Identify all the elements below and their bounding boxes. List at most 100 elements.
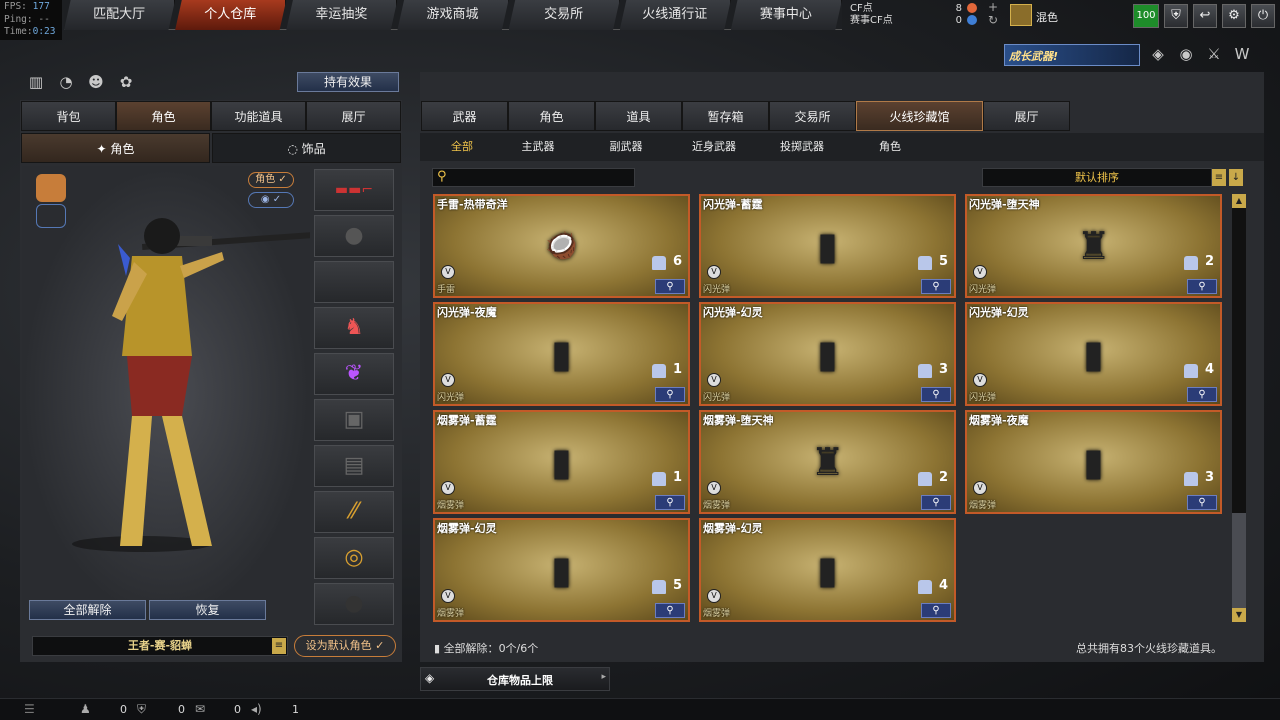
nav-exchange[interactable]: 交易所 — [508, 0, 620, 30]
scrollbar[interactable]: ▲ ▼ — [1232, 194, 1246, 622]
inspect-button[interactable]: ⚲ — [655, 603, 685, 618]
globe-icon[interactable]: ◉ — [1176, 44, 1196, 64]
item-card[interactable]: 烟雾弹-幻灵 ▮ V 烟雾弹 4 ⚲ — [699, 518, 956, 622]
unequip-all-button[interactable]: 全部解除 — [29, 600, 146, 620]
tab-character[interactable]: 角色 — [116, 101, 211, 131]
set-default-button[interactable]: 设为默认角色 ✓ — [294, 635, 396, 657]
list-icon[interactable]: ☰ — [24, 702, 35, 716]
sword-icon[interactable]: ⚔ — [1204, 44, 1224, 64]
inspect-button[interactable]: ⚲ — [1187, 279, 1217, 294]
role-toggle[interactable]: 角色 ✓ — [248, 172, 294, 188]
nav-battle-pass[interactable]: 火线通行证 — [619, 0, 731, 30]
tab-temp-storage[interactable]: 暂存箱 — [682, 101, 769, 131]
inspect-button[interactable]: ⚲ — [921, 603, 951, 618]
nav-game-store[interactable]: 游戏商城 — [397, 0, 509, 30]
scroll-down-icon[interactable]: ▼ — [1232, 608, 1246, 622]
sort-desc-icon[interactable]: ↓ — [1229, 169, 1243, 186]
item-card[interactable]: 烟雾弹-蓄霆 ▮ V 烟雾弹 1 ⚲ — [433, 410, 690, 514]
inspect-button[interactable]: ⚲ — [655, 387, 685, 402]
return-icon[interactable]: ↩ — [1193, 4, 1217, 28]
slot-ammo[interactable]: ⁄⁄ — [314, 491, 394, 533]
item-card[interactable]: 闪光弹-夜魔 ▮ V 闪光弹 1 ⚲ — [433, 302, 690, 406]
subtab-character[interactable]: ✦ 角色 — [21, 133, 210, 163]
sort-dropdown[interactable]: 默认排序 — [982, 168, 1212, 187]
filter-secondary[interactable]: 副武器 — [582, 136, 670, 158]
nav-personal-storage[interactable]: 个人仓库 — [175, 0, 287, 30]
level-badge[interactable]: 100 — [1133, 4, 1159, 28]
chat-icon[interactable]: ✉ — [195, 702, 205, 716]
visibility-toggle[interactable]: ◉ ✓ — [248, 192, 294, 208]
storage-limit-button[interactable]: ◈ 仓库物品上限 ▸ — [420, 667, 610, 691]
person-icon[interactable]: ☻ — [86, 72, 106, 92]
gear-icon[interactable]: ⚙ — [1222, 4, 1246, 28]
item-card[interactable]: 烟雾弹-幻灵 ▮ V 烟雾弹 5 ⚲ — [433, 518, 690, 622]
friends-icon[interactable]: ♟ — [80, 702, 91, 716]
character-name-field[interactable]: 王者-赛-貂蝉 — [32, 636, 288, 656]
nav-match-lobby[interactable]: 匹配大厅 — [64, 0, 176, 30]
inspect-button[interactable]: ⚲ — [1187, 495, 1217, 510]
shield-icon[interactable]: ⛨ — [1164, 4, 1188, 28]
filter-melee[interactable]: 近身武器 — [670, 136, 758, 158]
filter-character[interactable]: 角色 — [846, 136, 934, 158]
owned-effects-button[interactable]: 持有效果 — [297, 72, 399, 92]
tab-function-items[interactable]: 功能道具 — [211, 101, 306, 131]
character-mode-icon[interactable] — [36, 174, 66, 202]
tab-gallery[interactable]: 展厅 — [983, 101, 1070, 131]
refresh-icon[interactable]: ↻ — [988, 14, 998, 27]
tab-props[interactable]: 道具 — [595, 101, 682, 131]
clan-icon[interactable]: ⛨ — [137, 702, 146, 717]
item-name: 手雷-热带奇洋 — [437, 198, 508, 211]
slot-mask[interactable]: ▤ — [314, 445, 394, 487]
v-badge-icon[interactable]: ◈ — [1148, 44, 1168, 64]
filter-all[interactable]: 全部 — [430, 136, 494, 158]
inspect-button[interactable]: ⚲ — [655, 495, 685, 510]
tab-weapons[interactable]: 武器 — [421, 101, 508, 131]
wing-icon[interactable]: W — [1232, 44, 1252, 64]
slot-helmet[interactable]: ● — [314, 215, 394, 257]
filter-primary[interactable]: 主武器 — [494, 136, 582, 158]
chart-icon[interactable]: ▥ — [26, 72, 46, 92]
item-card[interactable]: 烟雾弹-夜魔 ▮ V 烟雾弹 3 ⚲ — [965, 410, 1222, 514]
item-art: ▮ — [1083, 440, 1104, 484]
tab-roles[interactable]: 角色 — [508, 101, 595, 131]
subtab-accessory[interactable]: ◌ 饰品 — [212, 133, 401, 163]
cycle-icon[interactable]: ◔ — [56, 72, 76, 92]
growth-weapon-banner[interactable]: 成长武器! — [1004, 44, 1140, 66]
filter-throwable[interactable]: 投掷武器 — [758, 136, 846, 158]
character-viewport[interactable]: 角色 ✓ ◉ ✓ — [22, 166, 322, 620]
search-input[interactable]: ⚲ — [432, 168, 635, 187]
nav-lucky-draw[interactable]: 幸运抽奖 — [286, 0, 398, 30]
inspect-button[interactable]: ⚲ — [921, 387, 951, 402]
speaker-icon[interactable]: ◂) — [251, 702, 262, 716]
tab-cf-collection[interactable]: 火线珍藏馆 — [856, 101, 983, 131]
vehicle-mode-icon[interactable] — [36, 204, 66, 228]
bag-icon[interactable]: ✿ — [116, 72, 136, 92]
item-card[interactable]: 烟雾弹-堕天神 ♜ V 烟雾弹 2 ⚲ — [699, 410, 956, 514]
slot-pet[interactable]: ♞ — [314, 307, 394, 349]
restore-button[interactable]: 恢复 — [149, 600, 266, 620]
item-card[interactable]: 闪光弹-幻灵 ▮ V 闪光弹 3 ⚲ — [699, 302, 956, 406]
item-card[interactable]: 闪光弹-幻灵 ▮ V 闪光弹 4 ⚲ — [965, 302, 1222, 406]
scroll-up-icon[interactable]: ▲ — [1232, 194, 1246, 208]
slot-butterfly[interactable]: ❦ — [314, 353, 394, 395]
tab-showroom[interactable]: 展厅 — [306, 101, 401, 131]
slot-weapon[interactable]: ▬▬⌐ — [314, 169, 394, 211]
inspect-button[interactable]: ⚲ — [655, 279, 685, 294]
nav-event-center[interactable]: 赛事中心 — [730, 0, 842, 30]
item-card[interactable]: 闪光弹-堕天神 ♜ V 闪光弹 2 ⚲ — [965, 194, 1222, 298]
scroll-thumb[interactable] — [1232, 513, 1246, 608]
power-icon[interactable]: ⏻ — [1251, 4, 1275, 28]
tab-trade[interactable]: 交易所 — [769, 101, 856, 131]
menu-icon[interactable]: ≡ — [272, 638, 286, 654]
slot-empty[interactable] — [314, 261, 394, 303]
inspect-button[interactable]: ⚲ — [921, 495, 951, 510]
tab-backpack[interactable]: 背包 — [21, 101, 116, 131]
item-card[interactable]: 手雷-热带奇洋 🥥 V 手雷 6 ⚲ — [433, 194, 690, 298]
item-card[interactable]: 闪光弹-蓄霆 ▮ V 闪光弹 5 ⚲ — [699, 194, 956, 298]
slot-locked[interactable]: ● — [314, 583, 394, 625]
list-view-icon[interactable]: ≡ — [1212, 169, 1226, 186]
slot-armor[interactable]: ▣ — [314, 399, 394, 441]
inspect-button[interactable]: ⚲ — [921, 279, 951, 294]
slot-ring[interactable]: ◎ — [314, 537, 394, 579]
inspect-button[interactable]: ⚲ — [1187, 387, 1217, 402]
